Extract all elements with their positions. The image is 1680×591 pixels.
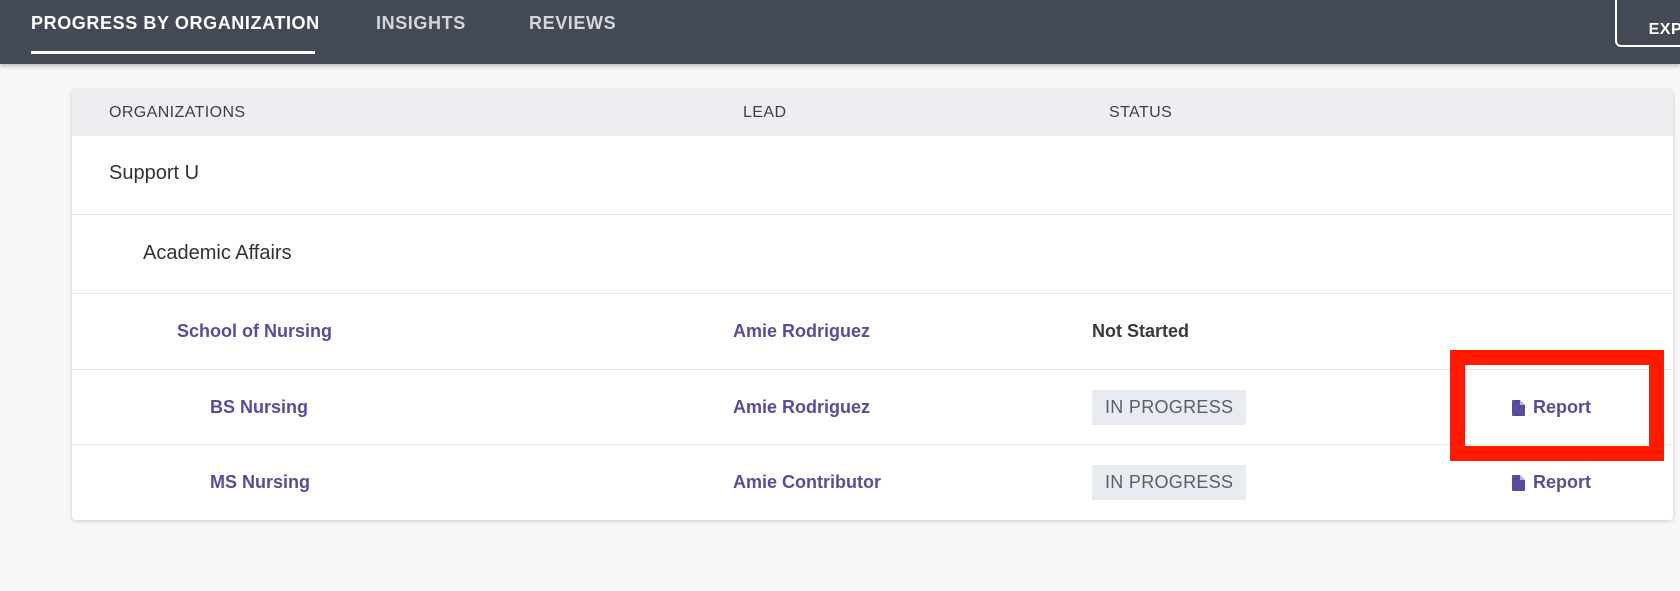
export-button[interactable]: EXPORT (1615, 0, 1680, 47)
status-text: Not Started (1092, 321, 1190, 341)
organizations-table: ORGANIZATIONS LEAD STATUS Support U Acad… (72, 90, 1673, 520)
column-header-lead[interactable]: LEAD (743, 104, 786, 122)
org-name: Support U (109, 162, 200, 184)
table-row-support-u[interactable]: Support U (72, 136, 1673, 215)
lead-link[interactable]: Amie Contributor (733, 472, 881, 493)
report-label: Report (1533, 472, 1591, 492)
tab-insights[interactable]: INSIGHTS (376, 0, 466, 54)
org-link[interactable]: BS Nursing (210, 397, 308, 418)
tab-progress-by-organization[interactable]: PROGRESS BY ORGANIZATION (31, 0, 319, 54)
column-header-organizations[interactable]: ORGANIZATIONS (109, 104, 245, 122)
table-row-ms-nursing: MS Nursing Amie Contributor IN PROGRESS … (72, 445, 1673, 520)
lead-link[interactable]: Amie Rodriguez (733, 321, 870, 342)
table-row-bs-nursing: BS Nursing Amie Rodriguez IN PROGRESS Re… (72, 370, 1673, 445)
report-label: Report (1533, 397, 1591, 417)
tab-reviews[interactable]: REVIEWS (529, 0, 616, 54)
org-link[interactable]: MS Nursing (210, 472, 310, 493)
document-icon (1512, 474, 1525, 491)
top-navigation-bar: PROGRESS BY ORGANIZATION INSIGHTS REVIEW… (0, 0, 1680, 64)
report-button[interactable]: Report (1512, 472, 1591, 493)
org-link[interactable]: School of Nursing (177, 321, 332, 342)
report-button[interactable]: Report (1512, 397, 1591, 418)
status-badge: IN PROGRESS (1092, 390, 1247, 425)
column-header-status[interactable]: STATUS (1109, 104, 1172, 122)
table-row-school-of-nursing: School of Nursing Amie Rodriguez Not Sta… (72, 294, 1673, 370)
org-name: Academic Affairs (143, 242, 292, 264)
table-row-academic-affairs[interactable]: Academic Affairs (72, 215, 1673, 294)
lead-link[interactable]: Amie Rodriguez (733, 397, 870, 418)
table-header: ORGANIZATIONS LEAD STATUS (72, 90, 1673, 136)
status-badge: IN PROGRESS (1092, 465, 1247, 500)
document-icon (1512, 399, 1525, 416)
